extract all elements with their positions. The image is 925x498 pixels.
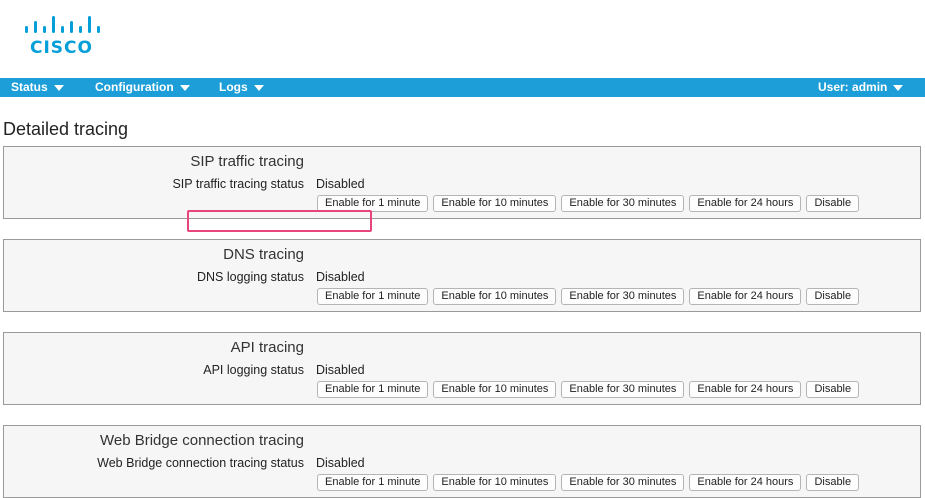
- disable-button[interactable]: Disable: [806, 195, 860, 212]
- status-value: Disabled: [316, 177, 365, 191]
- enable-10-minutes-button[interactable]: Enable for 10 minutes: [433, 381, 557, 398]
- status-value: Disabled: [316, 456, 365, 470]
- status-value: Disabled: [316, 270, 365, 284]
- section-title: API tracing: [230, 339, 304, 356]
- enable-1-minute-button[interactable]: Enable for 1 minute: [317, 474, 429, 491]
- enable-30-minutes-button[interactable]: Enable for 30 minutes: [561, 288, 685, 305]
- dns-tracing-panel: DNS tracing DNS logging status Disabled …: [3, 239, 921, 312]
- enable-10-minutes-button[interactable]: Enable for 10 minutes: [433, 288, 557, 305]
- cisco-bridge-icon: [25, 16, 100, 33]
- nav-configuration-label: Configuration: [95, 80, 174, 94]
- enable-1-minute-button[interactable]: Enable for 1 minute: [317, 381, 429, 398]
- enable-30-minutes-button[interactable]: Enable for 30 minutes: [561, 474, 685, 491]
- nav-status-menu[interactable]: Status: [11, 78, 64, 97]
- enable-1-minute-button[interactable]: Enable for 1 minute: [317, 288, 429, 305]
- disable-button[interactable]: Disable: [806, 474, 860, 491]
- section-title: SIP traffic tracing: [190, 153, 304, 170]
- enable-10-minutes-button[interactable]: Enable for 10 minutes: [433, 474, 557, 491]
- enable-30-minutes-button[interactable]: Enable for 30 minutes: [561, 381, 685, 398]
- disable-button[interactable]: Disable: [806, 288, 860, 305]
- button-row: Enable for 1 minute Enable for 10 minute…: [317, 381, 860, 398]
- nav-logs-menu[interactable]: Logs: [219, 78, 264, 97]
- cisco-logo: CISCO: [22, 16, 102, 60]
- enable-30-minutes-button[interactable]: Enable for 30 minutes: [561, 195, 685, 212]
- web-bridge-tracing-panel: Web Bridge connection tracing Web Bridge…: [3, 425, 921, 498]
- button-row: Enable for 1 minute Enable for 10 minute…: [317, 288, 860, 305]
- sip-tracing-panel: SIP traffic tracing SIP traffic tracing …: [3, 146, 921, 219]
- enable-24-hours-button[interactable]: Enable for 24 hours: [689, 381, 802, 398]
- api-tracing-panel: API tracing API logging status Disabled …: [3, 332, 921, 405]
- top-nav-bar: Status Configuration Logs User: admin: [0, 78, 925, 97]
- chevron-down-icon: [253, 84, 264, 91]
- nav-user-menu[interactable]: User: admin: [818, 78, 904, 97]
- chevron-down-icon: [893, 84, 904, 91]
- chevron-down-icon: [179, 84, 190, 91]
- nav-logs-label: Logs: [219, 80, 248, 94]
- status-label: API logging status: [203, 363, 304, 377]
- status-label: DNS logging status: [196, 270, 304, 284]
- enable-1-minute-button[interactable]: Enable for 1 minute: [317, 195, 429, 212]
- enable-10-minutes-button[interactable]: Enable for 10 minutes: [433, 195, 557, 212]
- disable-button[interactable]: Disable: [806, 381, 860, 398]
- status-label: SIP traffic tracing status: [172, 177, 304, 191]
- nav-user-label: User: admin: [818, 80, 888, 94]
- button-row: Enable for 1 minute Enable for 10 minute…: [317, 474, 860, 491]
- page-title: Detailed tracing: [3, 119, 129, 139]
- button-row: Enable for 1 minute Enable for 10 minute…: [317, 195, 860, 212]
- enable-24-hours-button[interactable]: Enable for 24 hours: [689, 195, 802, 212]
- logo-text: CISCO: [30, 38, 93, 58]
- status-value: Disabled: [316, 363, 365, 377]
- section-title: DNS tracing: [223, 246, 304, 263]
- nav-status-label: Status: [11, 80, 48, 94]
- nav-configuration-menu[interactable]: Configuration: [95, 78, 190, 97]
- enable-24-hours-button[interactable]: Enable for 24 hours: [689, 474, 802, 491]
- chevron-down-icon: [53, 84, 64, 91]
- status-label: Web Bridge connection tracing status: [97, 456, 304, 470]
- enable-24-hours-button[interactable]: Enable for 24 hours: [689, 288, 802, 305]
- section-title: Web Bridge connection tracing: [99, 432, 304, 449]
